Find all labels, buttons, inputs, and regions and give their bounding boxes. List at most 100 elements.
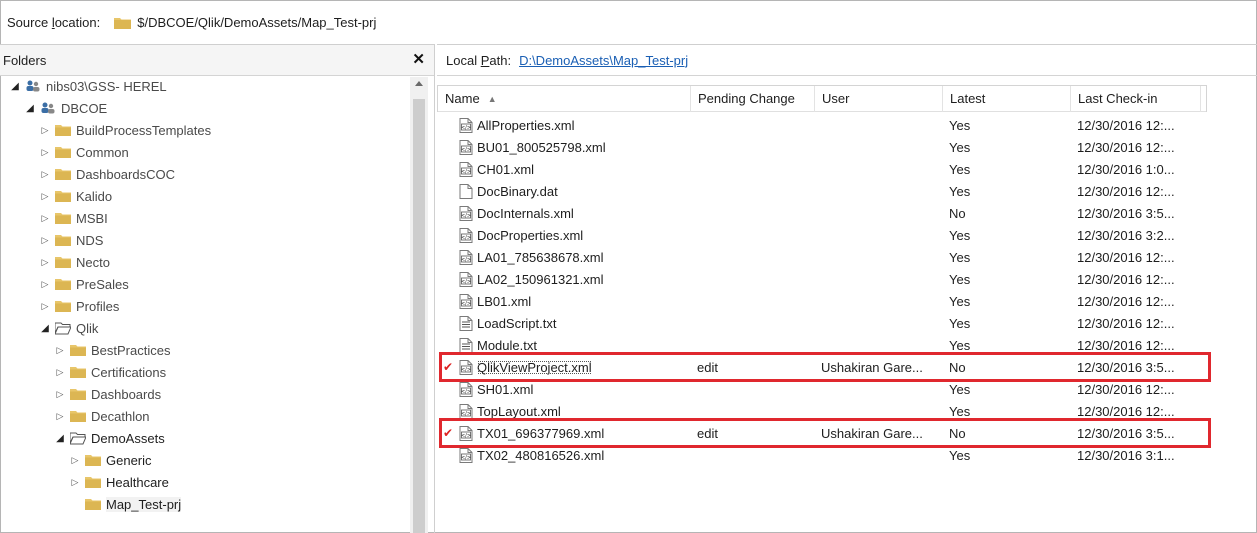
close-icon[interactable]: ✕	[412, 52, 425, 67]
file-row[interactable]: </> LA01_785638678.xml Yes 12/30/2016 12:..…	[437, 246, 1207, 268]
source-location-path[interactable]: $/DBCOE/Qlik/DemoAssets/Map_Test-prj	[137, 15, 376, 30]
scrollbar-thumb[interactable]	[413, 99, 425, 533]
user-cell: Ushakiran Gare...	[821, 359, 923, 375]
collapsed-arrow-icon[interactable]: ▷	[54, 389, 66, 400]
last-check-in-cell: 12/30/2016 1:0...	[1077, 161, 1175, 177]
file-name-cell: </> TX02_480816526.xml	[437, 447, 690, 463]
tree-node[interactable]: ▷ Generic	[69, 449, 152, 471]
file-row[interactable]: </> AllProperties.xml Yes 12/30/2016 12:...	[437, 114, 1207, 136]
tree-node[interactable]: ▷ BestPractices	[54, 339, 171, 361]
latest-cell: Yes	[949, 337, 971, 353]
last-check-in-cell: 12/30/2016 12:...	[1077, 117, 1175, 133]
folder-icon	[55, 235, 71, 246]
tree-node[interactable]: ▷ Common	[39, 141, 129, 163]
collapsed-arrow-icon[interactable]: ▷	[39, 235, 51, 246]
team-project-collection-icon	[26, 80, 40, 92]
folders-panel-header: Folders ✕	[0, 45, 434, 76]
text-file-icon	[459, 315, 473, 331]
file-row[interactable]: ✔ </> TX01_696377969.xml edit Ushakiran Gare…	[437, 422, 1207, 444]
file-row[interactable]: LoadScript.txt Yes 12/30/2016 12:...	[437, 312, 1207, 334]
svg-text:</>: </>	[461, 213, 471, 219]
tree-node[interactable]: ▷ PreSales	[39, 273, 129, 295]
collapsed-arrow-icon[interactable]: ▷	[54, 367, 66, 378]
tree-node[interactable]: ◢ nibs03\GSS- HEREL	[9, 77, 167, 97]
folder-icon	[85, 477, 101, 488]
svg-text:</>: </>	[461, 235, 471, 241]
expanded-arrow-icon[interactable]: ◢	[39, 323, 51, 334]
file-row[interactable]: </> BU01_800525798.xml Yes 12/30/2016 12:..…	[437, 136, 1207, 158]
tree-node[interactable]: ◢ DBCOE	[24, 97, 107, 119]
collapsed-arrow-icon[interactable]: ▷	[54, 345, 66, 356]
tree-node[interactable]: ▷ BuildProcessTemplates	[39, 119, 212, 141]
file-row[interactable]: </> SH01.xml Yes 12/30/2016 12:...	[437, 378, 1207, 400]
folders-panel: Folders ✕ ◢ nibs03\GSS- HEREL ◢ DBCOE ▷ Build…	[0, 44, 435, 533]
xml-file-icon: </>	[459, 139, 473, 155]
tree-node-label: Map_Test-prj	[106, 496, 182, 512]
tree-node[interactable]: ◢ DemoAssets	[54, 427, 165, 449]
tree-node[interactable]: ▷ Decathlon	[54, 405, 150, 427]
file-name-cell: </> LA01_785638678.xml	[437, 249, 690, 265]
blank-file-icon	[459, 183, 473, 199]
column-header-last-check-in[interactable]: Last Check-in	[1071, 85, 1201, 112]
folder-icon	[55, 257, 71, 268]
collapsed-arrow-icon[interactable]: ▷	[39, 279, 51, 290]
file-row[interactable]: </> DocInternals.xml No 12/30/2016 3:5...	[437, 202, 1207, 224]
file-row[interactable]: </> LA02_150961321.xml Yes 12/30/2016 12:..…	[437, 268, 1207, 290]
tree-node-label: Decathlon	[91, 408, 150, 424]
latest-cell: No	[949, 359, 966, 375]
column-header-pending-change[interactable]: Pending Change	[691, 85, 815, 112]
tree-node[interactable]: ▷ Profiles	[39, 295, 120, 317]
collapsed-arrow-icon[interactable]: ▷	[39, 125, 51, 136]
file-row[interactable]: ✔ </> QlikViewProject.xml edit Ushakiran Gar…	[437, 356, 1207, 378]
tree-node[interactable]: ▷ Dashboards	[54, 383, 162, 405]
folders-panel-title: Folders	[3, 52, 47, 68]
tree-node[interactable]: Map_Test-prj	[69, 493, 182, 515]
tree-node[interactable]: ▷ MSBI	[39, 207, 108, 229]
tree-scrollbar[interactable]	[410, 77, 428, 533]
collapsed-arrow-icon[interactable]: ▷	[39, 169, 51, 180]
latest-cell: Yes	[949, 403, 971, 419]
folder-tree[interactable]: ◢ nibs03\GSS- HEREL ◢ DBCOE ▷ BuildProcessTem…	[0, 77, 410, 533]
tree-node[interactable]: ▷ Certifications	[54, 361, 167, 383]
tree-node-label: MSBI	[76, 210, 108, 226]
tree-node[interactable]: ▷ Necto	[39, 251, 110, 273]
source-location-label: Source location:	[7, 14, 101, 30]
tree-node[interactable]: ▷ Kalido	[39, 185, 113, 207]
folder-icon	[55, 125, 71, 136]
column-header-latest[interactable]: Latest	[943, 85, 1071, 112]
collapsed-arrow-icon[interactable]: ▷	[39, 147, 51, 158]
scroll-up-icon[interactable]	[415, 81, 423, 86]
column-header-user[interactable]: User	[815, 85, 943, 112]
file-name: LoadScript.txt	[477, 315, 557, 331]
tree-node[interactable]: ▷ DashboardsCOC	[39, 163, 175, 185]
file-row[interactable]: DocBinary.dat Yes 12/30/2016 12:...	[437, 180, 1207, 202]
latest-cell: Yes	[949, 249, 971, 265]
collapsed-arrow-icon[interactable]: ▷	[39, 301, 51, 312]
collapsed-arrow-icon[interactable]: ▷	[39, 257, 51, 268]
tree-node[interactable]: ▷ Healthcare	[69, 471, 169, 493]
tree-node[interactable]: ▷ NDS	[39, 229, 104, 251]
expanded-arrow-icon[interactable]: ◢	[9, 81, 21, 92]
file-name-cell: </> AllProperties.xml	[437, 117, 690, 133]
file-row[interactable]: </> DocProperties.xml Yes 12/30/2016 3:2...	[437, 224, 1207, 246]
tree-node[interactable]: ◢ Qlik	[39, 317, 98, 339]
file-row[interactable]: </> CH01.xml Yes 12/30/2016 1:0...	[437, 158, 1207, 180]
column-header-name[interactable]: Name ▲	[438, 85, 691, 112]
expanded-arrow-icon[interactable]: ◢	[24, 103, 36, 114]
last-check-in-cell: 12/30/2016 3:5...	[1077, 359, 1175, 375]
file-row[interactable]: </> LB01.xml Yes 12/30/2016 12:...	[437, 290, 1207, 312]
collapsed-arrow-icon[interactable]: ▷	[69, 477, 81, 488]
collapsed-arrow-icon[interactable]: ▷	[39, 191, 51, 202]
local-path-link[interactable]: D:\DemoAssets\Map_Test-prj	[519, 53, 688, 68]
file-row[interactable]: </> TopLayout.xml Yes 12/30/2016 12:...	[437, 400, 1207, 422]
last-check-in-cell: 12/30/2016 3:2...	[1077, 227, 1175, 243]
xml-file-icon: </>	[459, 205, 473, 221]
collapsed-arrow-icon[interactable]: ▷	[39, 213, 51, 224]
collapsed-arrow-icon[interactable]: ▷	[69, 455, 81, 466]
file-name: TX02_480816526.xml	[477, 447, 605, 463]
file-row[interactable]: Module.txt Yes 12/30/2016 12:...	[437, 334, 1207, 356]
expanded-arrow-icon[interactable]: ◢	[54, 433, 66, 444]
file-name: SH01.xml	[477, 381, 534, 397]
collapsed-arrow-icon[interactable]: ▷	[54, 411, 66, 422]
file-row[interactable]: </> TX02_480816526.xml Yes 12/30/2016 3:1..…	[437, 444, 1207, 466]
